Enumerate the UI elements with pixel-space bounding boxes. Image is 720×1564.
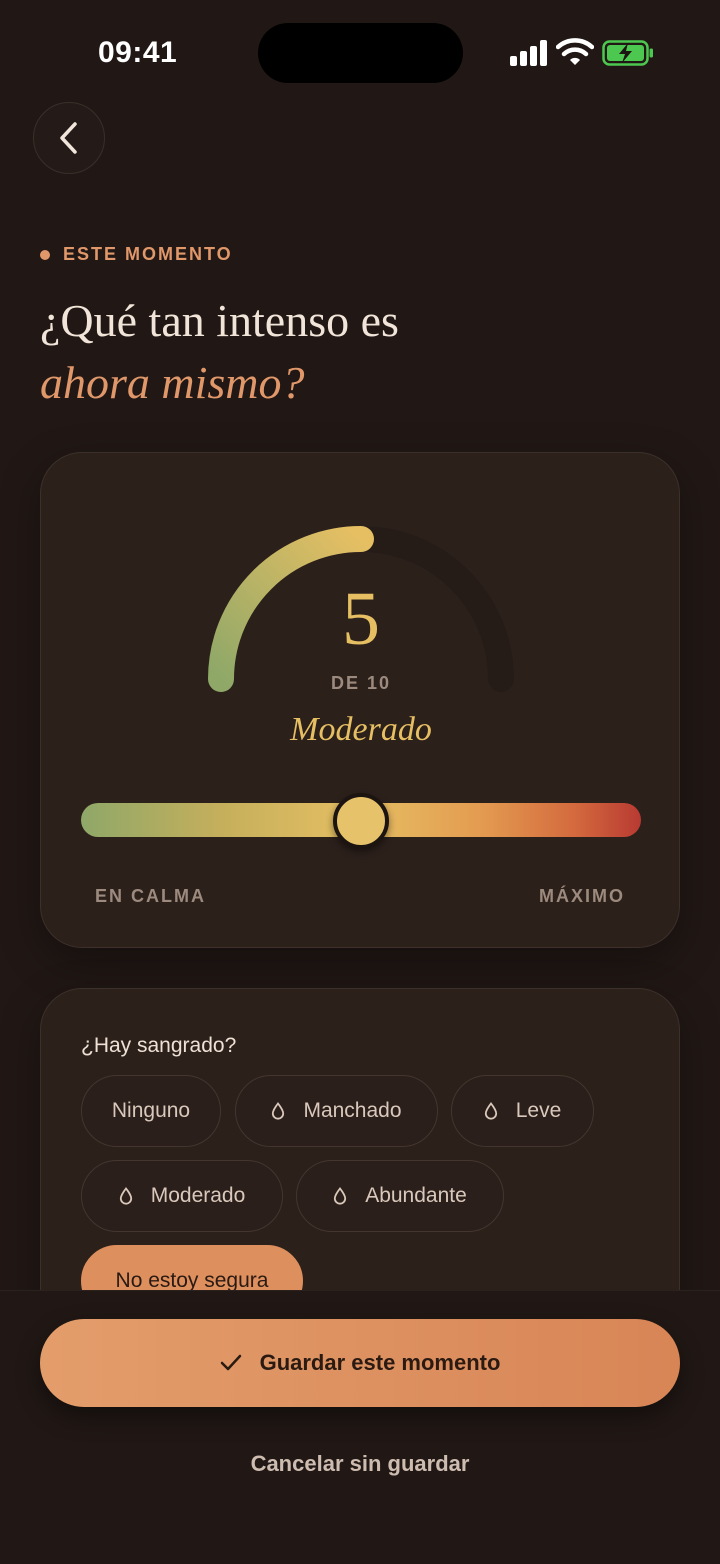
status-time: 09:41 bbox=[98, 36, 178, 69]
bleeding-option-leve[interactable]: Leve bbox=[451, 1075, 594, 1147]
slider-max-label: MÁXIMO bbox=[539, 886, 625, 906]
chip-label: Abundante bbox=[365, 1184, 467, 1207]
signal-icon bbox=[510, 40, 548, 66]
eyebrow-label: ESTE MOMENTO bbox=[63, 244, 233, 264]
drop-icon bbox=[119, 1187, 132, 1205]
drop-icon bbox=[484, 1102, 497, 1120]
intensity-scale-label: DE 10 bbox=[330, 673, 392, 693]
wifi-icon bbox=[556, 38, 594, 65]
intensity-value: 5 bbox=[342, 577, 380, 661]
bleeding-question: ¿Hay sangrado? bbox=[81, 1034, 237, 1057]
back-button[interactable] bbox=[33, 102, 105, 174]
dynamic-island bbox=[258, 23, 463, 83]
chip-label: Leve bbox=[515, 1099, 562, 1122]
intensity-card: 5 DE 10 Moderado EN CALMA MÁXIMO bbox=[40, 452, 680, 948]
page-title: ¿Qué tan intenso es ahora mismo? bbox=[40, 290, 399, 414]
bleeding-option-moderado[interactable]: Moderado bbox=[81, 1160, 283, 1232]
check-icon bbox=[220, 1354, 241, 1371]
status-bar: 09:41 bbox=[0, 0, 720, 100]
page-title-line1: ¿Qué tan intenso es bbox=[40, 295, 399, 346]
bleeding-option-ninguno[interactable]: Ninguno bbox=[81, 1075, 221, 1147]
battery-charging-icon bbox=[602, 40, 653, 66]
bleeding-option-abundante[interactable]: Abundante bbox=[296, 1160, 504, 1232]
chip-label: Moderado bbox=[150, 1184, 246, 1207]
cancel-button[interactable]: Cancelar sin guardar bbox=[0, 1451, 720, 1477]
save-button-label: Guardar este momento bbox=[259, 1350, 501, 1375]
slider-min-label: EN CALMA bbox=[95, 886, 206, 906]
intensity-slider-thumb[interactable] bbox=[333, 793, 389, 849]
eyebrow-dot bbox=[40, 249, 50, 260]
drop-icon bbox=[272, 1102, 285, 1120]
save-button[interactable]: Guardar este momento bbox=[40, 1319, 680, 1407]
chip-label: Manchado bbox=[303, 1099, 402, 1122]
chip-label: Ninguno bbox=[111, 1099, 191, 1122]
section-eyebrow: ESTE MOMENTO bbox=[40, 244, 233, 265]
bleeding-option-manchado[interactable]: Manchado bbox=[235, 1075, 438, 1147]
bottom-action-bar: Guardar este momento Cancelar sin guarda… bbox=[0, 1290, 720, 1564]
drop-icon bbox=[334, 1187, 347, 1205]
chevron-left-icon bbox=[60, 122, 77, 154]
intensity-level-label: Moderado bbox=[290, 711, 432, 748]
page-title-line2: ahora mismo? bbox=[40, 357, 305, 408]
